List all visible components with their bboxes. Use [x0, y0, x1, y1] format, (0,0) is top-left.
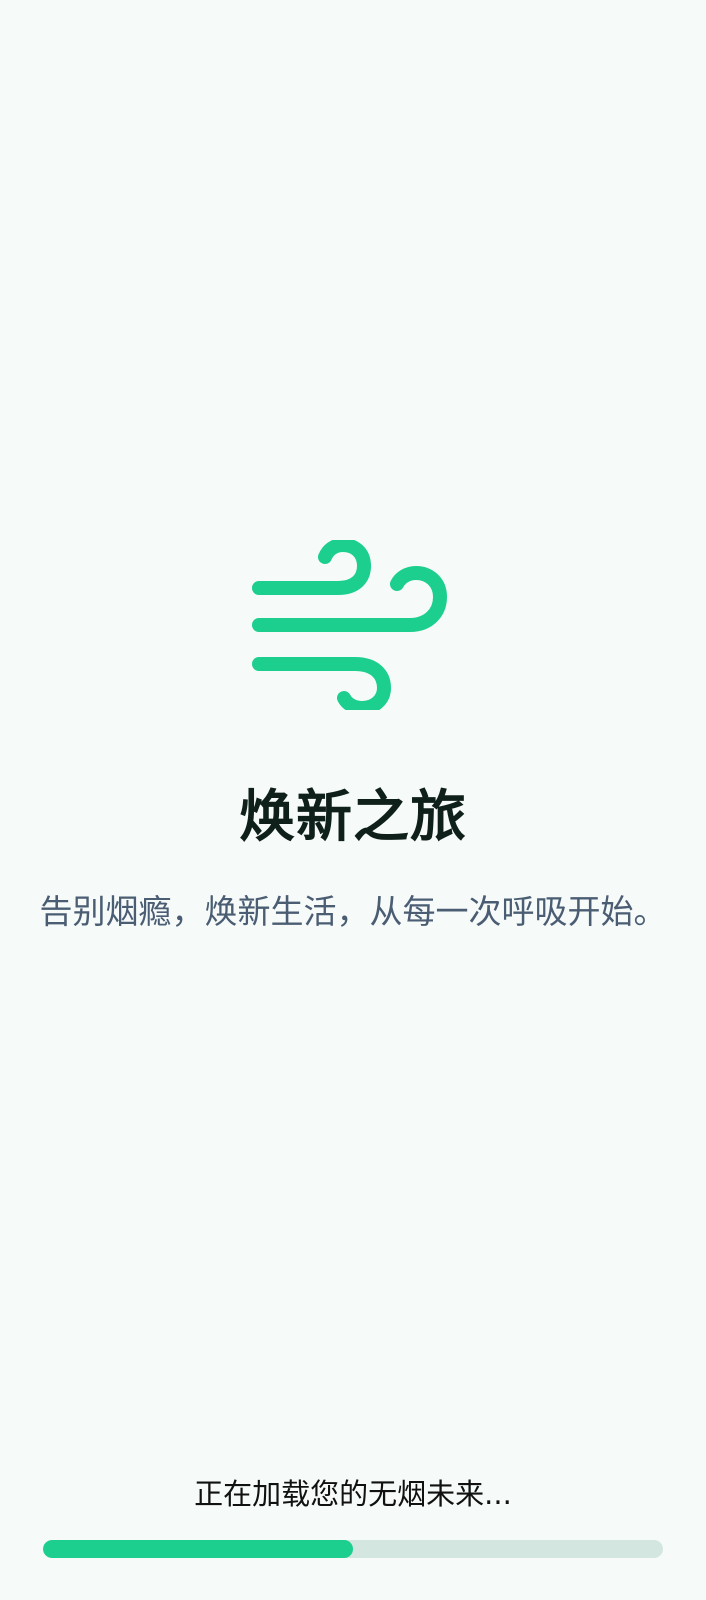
loading-status-text: 正在加载您的无烟未来...	[194, 1477, 512, 1511]
loading-progress-bar	[43, 1540, 663, 1558]
app-tagline: 告别烟瘾，焕新生活，从每一次呼吸开始。	[39, 892, 667, 931]
loading-progress-fill	[43, 1540, 353, 1558]
wind-icon	[252, 540, 450, 710]
app-title: 焕新之旅	[239, 785, 467, 850]
splash-screen: 焕新之旅 告别烟瘾，焕新生活，从每一次呼吸开始。 正在加载您的无烟未来...	[0, 0, 706, 1600]
